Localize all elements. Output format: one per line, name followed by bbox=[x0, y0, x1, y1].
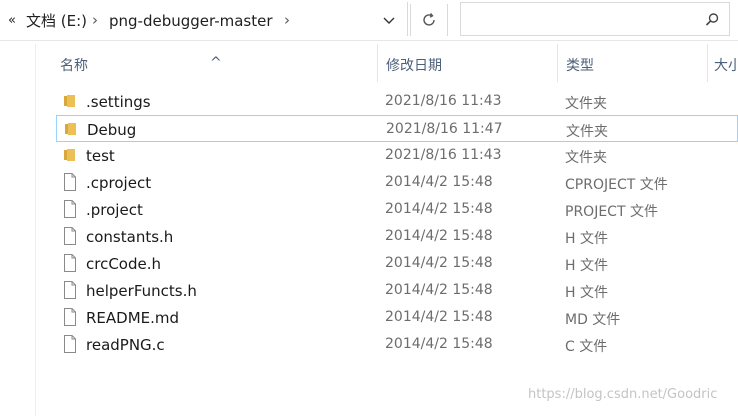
file-icon bbox=[62, 308, 78, 326]
folder-icon bbox=[63, 120, 79, 138]
navigation-pane-border bbox=[35, 44, 36, 416]
column-header: 名称 ^ 修改日期 类型 大小 bbox=[36, 44, 738, 82]
file-row[interactable]: .cproject 2014/4/2 15:48 CPROJECT 文件 bbox=[56, 169, 738, 196]
file-date: 2021/8/16 11:47 bbox=[386, 121, 503, 137]
file-date: 2014/4/2 15:48 bbox=[385, 174, 493, 190]
file-type: 文件夹 bbox=[565, 150, 607, 166]
chevron-down-icon[interactable] bbox=[381, 12, 397, 28]
file-row[interactable]: .settings 2021/8/16 11:43 文件夹 bbox=[56, 88, 738, 115]
file-row[interactable]: .project 2014/4/2 15:48 PROJECT 文件 bbox=[56, 196, 738, 223]
file-date: 2014/4/2 15:48 bbox=[385, 201, 493, 217]
file-row[interactable]: readPNG.c 2014/4/2 15:48 C 文件 bbox=[56, 331, 738, 358]
breadcrumb-overflow[interactable]: « bbox=[8, 11, 16, 31]
breadcrumb-folder[interactable]: png-debugger-master bbox=[109, 11, 273, 31]
file-type: CPROJECT 文件 bbox=[565, 177, 668, 193]
file-date: 2021/8/16 11:43 bbox=[385, 147, 502, 163]
file-date: 2014/4/2 15:48 bbox=[385, 309, 493, 325]
watermark: https://blog.csdn.net/Goodric bbox=[528, 387, 718, 402]
file-name: test bbox=[86, 147, 115, 165]
file-icon bbox=[62, 335, 78, 353]
file-type: PROJECT 文件 bbox=[565, 204, 658, 220]
file-icon bbox=[62, 254, 78, 272]
breadcrumb-separator[interactable]: › bbox=[284, 10, 290, 30]
file-name: .settings bbox=[86, 93, 151, 111]
column-name[interactable]: 名称 ^ bbox=[36, 44, 377, 82]
folder-icon bbox=[62, 146, 78, 164]
column-name-label: 名称 bbox=[60, 58, 88, 74]
refresh-icon bbox=[423, 13, 435, 26]
search-icon[interactable] bbox=[705, 12, 720, 27]
file-name: constants.h bbox=[86, 228, 174, 246]
file-name: .cproject bbox=[86, 174, 152, 192]
file-row[interactable]: Debug 2021/8/16 11:47 文件夹 bbox=[56, 115, 738, 142]
file-row[interactable]: crcCode.h 2014/4/2 15:48 H 文件 bbox=[56, 250, 738, 277]
refresh-button[interactable] bbox=[410, 4, 448, 36]
breadcrumb-separator[interactable]: › bbox=[92, 10, 98, 30]
address-bar: « 文档 (E:) › png-debugger-master › bbox=[0, 0, 738, 41]
column-date-label: 修改日期 bbox=[386, 58, 442, 74]
file-icon bbox=[62, 281, 78, 299]
file-type: MD 文件 bbox=[565, 312, 621, 328]
column-size[interactable]: 大小 bbox=[707, 44, 738, 82]
file-row[interactable]: constants.h 2014/4/2 15:48 H 文件 bbox=[56, 223, 738, 250]
column-size-label: 大小 bbox=[714, 58, 738, 74]
file-type: H 文件 bbox=[565, 285, 608, 301]
search-input[interactable] bbox=[460, 2, 730, 36]
column-type[interactable]: 类型 bbox=[557, 44, 708, 82]
file-icon bbox=[62, 173, 78, 191]
sort-ascending-icon: ^ bbox=[210, 55, 222, 71]
file-row[interactable]: README.md 2014/4/2 15:48 MD 文件 bbox=[56, 304, 738, 331]
column-type-label: 类型 bbox=[566, 58, 594, 74]
file-type: H 文件 bbox=[565, 258, 608, 274]
file-name: Debug bbox=[87, 121, 137, 139]
file-date: 2014/4/2 15:48 bbox=[385, 282, 493, 298]
file-row[interactable]: test 2021/8/16 11:43 文件夹 bbox=[56, 142, 738, 169]
file-type: C 文件 bbox=[565, 339, 608, 355]
file-name: readPNG.c bbox=[86, 336, 165, 354]
file-date: 2021/8/16 11:43 bbox=[385, 93, 502, 109]
file-name: README.md bbox=[86, 309, 180, 327]
breadcrumb-drive[interactable]: 文档 (E:) bbox=[26, 11, 87, 31]
address-box[interactable]: « 文档 (E:) › png-debugger-master › bbox=[0, 2, 408, 36]
file-date: 2014/4/2 15:48 bbox=[385, 336, 493, 352]
file-date: 2014/4/2 15:48 bbox=[385, 228, 493, 244]
file-date: 2014/4/2 15:48 bbox=[385, 255, 493, 271]
column-date[interactable]: 修改日期 bbox=[377, 44, 558, 82]
file-type: H 文件 bbox=[565, 231, 608, 247]
file-name: helperFuncts.h bbox=[86, 282, 197, 300]
file-icon bbox=[62, 200, 78, 218]
file-name: crcCode.h bbox=[86, 255, 162, 273]
file-row[interactable]: helperFuncts.h 2014/4/2 15:48 H 文件 bbox=[56, 277, 738, 304]
folder-icon bbox=[62, 92, 78, 110]
file-type: 文件夹 bbox=[566, 124, 608, 140]
file-type: 文件夹 bbox=[565, 96, 607, 112]
file-icon bbox=[62, 227, 78, 245]
file-name: .project bbox=[86, 201, 143, 219]
